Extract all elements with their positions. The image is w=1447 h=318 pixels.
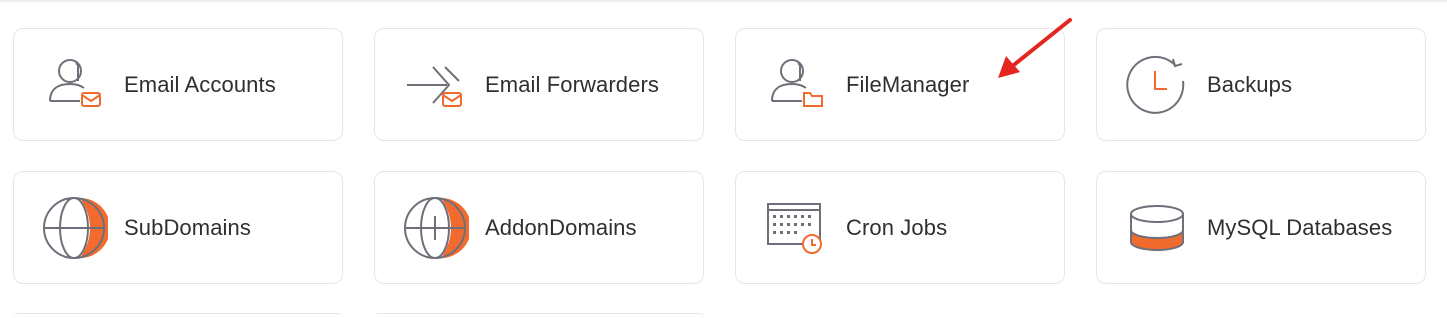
tile-filemanager[interactable]: FileManager (735, 28, 1065, 141)
tile-addondomains[interactable]: AddonDomains (374, 171, 704, 284)
tile-label: Cron Jobs (846, 214, 948, 240)
tile-email-forwarders[interactable]: Email Forwarders (374, 28, 704, 141)
tile-partial (13, 313, 343, 318)
tile-label: SubDomains (124, 214, 251, 240)
tile-email-accounts[interactable]: Email Accounts (13, 28, 343, 141)
user-folder-icon (762, 51, 830, 119)
tile-mysql-databases[interactable]: MySQL Databases (1096, 171, 1426, 284)
globe-plus-icon (401, 194, 469, 262)
tile-partial (374, 313, 704, 318)
tile-label: Backups (1207, 71, 1293, 97)
tools-grid: Email Accounts Email Forwarders FileMana… (13, 28, 1426, 284)
database-icon (1123, 194, 1191, 262)
forward-mail-icon (401, 51, 469, 119)
calendar-clock-icon (762, 194, 830, 262)
tile-backups[interactable]: Backups (1096, 28, 1426, 141)
tile-label: Email Forwarders (485, 71, 659, 97)
tile-label: AddonDomains (485, 214, 637, 240)
tile-cron-jobs[interactable]: Cron Jobs (735, 171, 1065, 284)
tile-label: MySQL Databases (1207, 214, 1393, 240)
globe-icon (40, 194, 108, 262)
tile-subdomains[interactable]: SubDomains (13, 171, 343, 284)
top-divider (0, 0, 1447, 2)
user-mail-icon (40, 51, 108, 119)
backup-clock-icon (1123, 51, 1191, 119)
tile-label: Email Accounts (124, 71, 276, 97)
tile-label: FileManager (846, 71, 970, 97)
